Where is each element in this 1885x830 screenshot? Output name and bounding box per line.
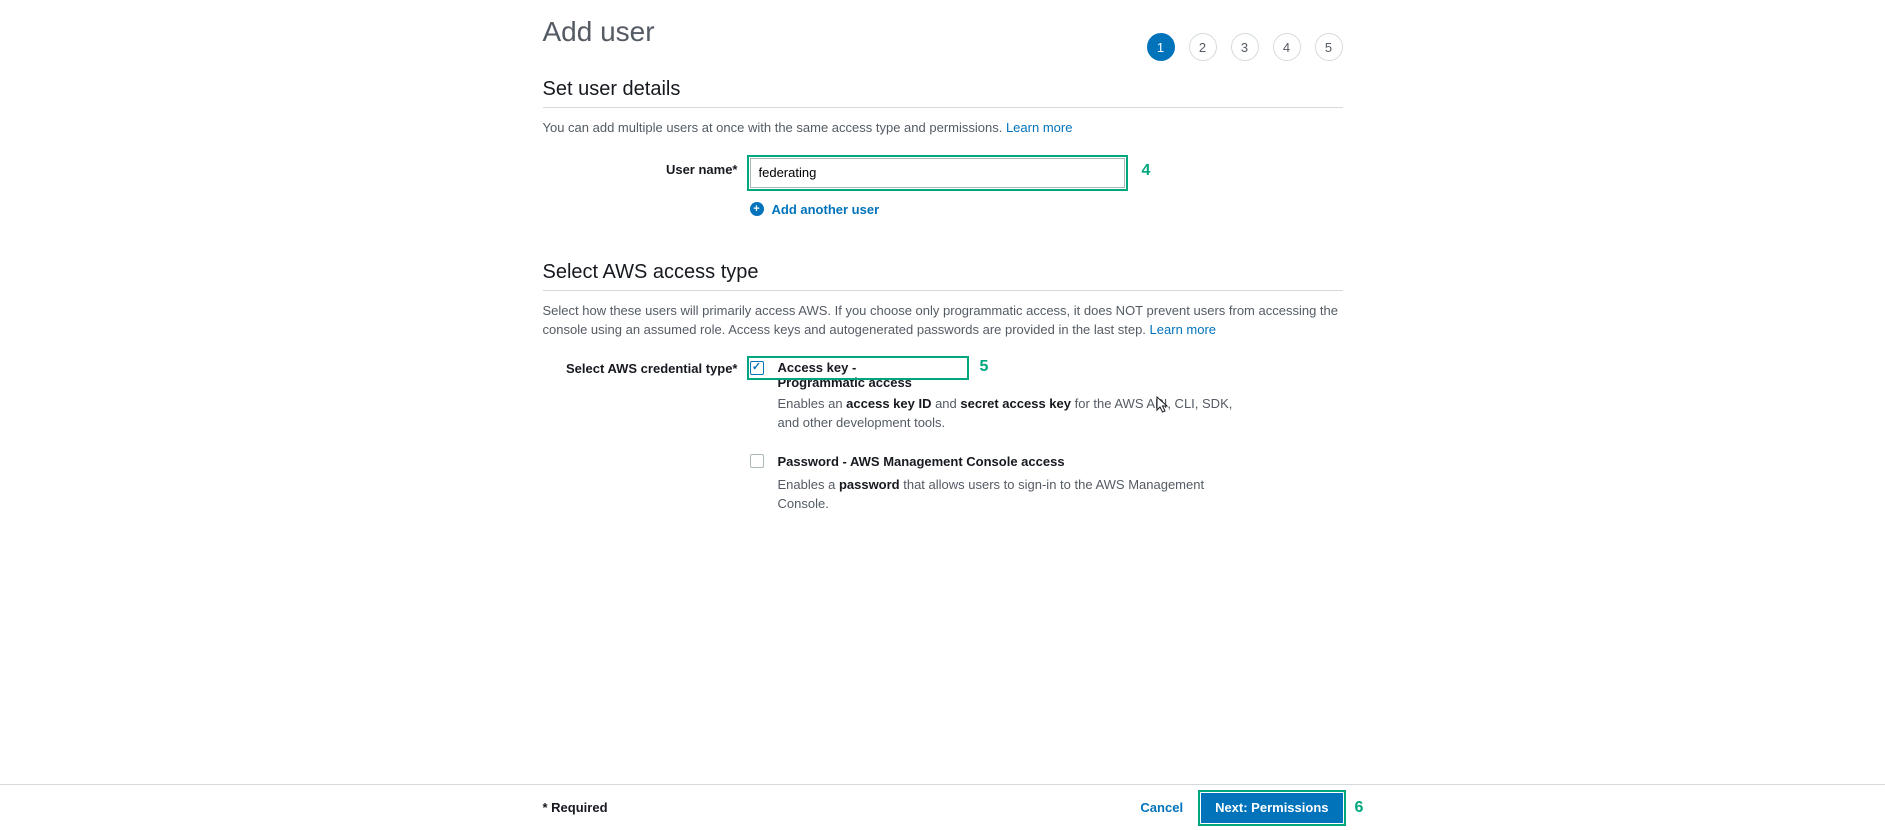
divider: [543, 290, 1343, 291]
wizard-step-1[interactable]: 1: [1147, 33, 1175, 61]
password-option-desc: Enables a password that allows users to …: [778, 475, 1258, 514]
annotation-label-5: 5: [980, 358, 989, 376]
wizard-step-5[interactable]: 5: [1315, 33, 1343, 61]
page-title: Add user: [543, 16, 655, 48]
wizard-stepper: 1 2 3 4 5: [1147, 33, 1343, 61]
credential-type-label: Select AWS credential type*: [543, 360, 738, 376]
section-desc-access-type: Select how these users will primarily ac…: [543, 301, 1343, 340]
username-input[interactable]: [750, 158, 1125, 188]
learn-more-link-access-type[interactable]: Learn more: [1150, 322, 1216, 337]
password-checkbox[interactable]: [750, 454, 764, 468]
section-title-user-details: Set user details: [543, 78, 1343, 101]
annotation-label-4: 4: [1142, 162, 1151, 180]
access-key-checkbox[interactable]: [750, 361, 764, 375]
divider: [543, 107, 1343, 108]
wizard-step-4[interactable]: 4: [1273, 33, 1301, 61]
section-title-access-type: Select AWS access type: [543, 261, 1343, 284]
access-key-option-title: Access key - Programmatic access: [778, 360, 923, 390]
next-permissions-button[interactable]: Next: Permissions: [1201, 793, 1342, 823]
password-option-title: Password - AWS Management Console access: [778, 454, 1065, 469]
cancel-button[interactable]: Cancel: [1140, 800, 1183, 815]
plus-circle-icon: +: [750, 202, 764, 216]
section-desc-user-details: You can add multiple users at once with …: [543, 118, 1343, 138]
learn-more-link-user-details[interactable]: Learn more: [1006, 120, 1072, 135]
add-another-user-link[interactable]: Add another user: [772, 202, 880, 217]
required-note: * Required: [543, 800, 608, 815]
wizard-step-3[interactable]: 3: [1231, 33, 1259, 61]
access-key-option-desc: Enables an access key ID and secret acce…: [778, 394, 1258, 433]
username-label: User name*: [543, 158, 738, 177]
wizard-step-2[interactable]: 2: [1189, 33, 1217, 61]
annotation-label-6: 6: [1355, 799, 1364, 817]
wizard-footer: * Required Cancel Next: Permissions 6: [0, 784, 1885, 830]
